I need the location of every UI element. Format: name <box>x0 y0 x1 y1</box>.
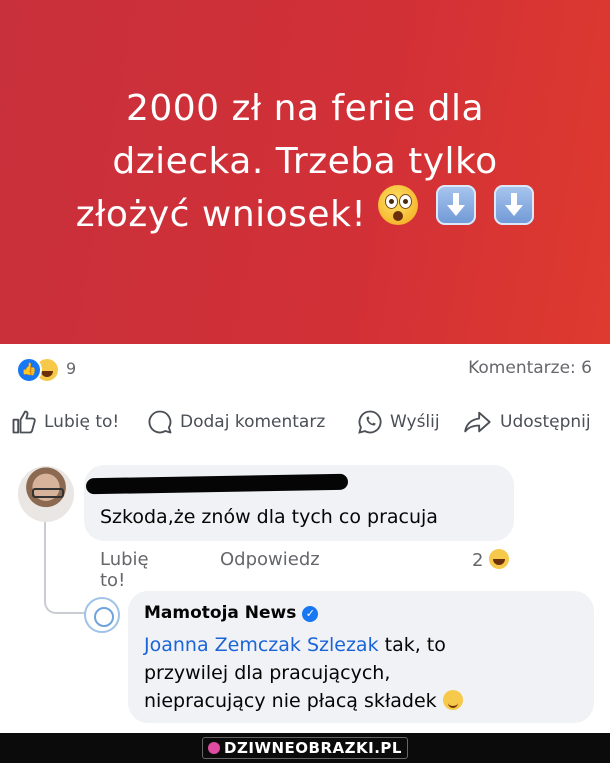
thread-connector <box>44 522 86 614</box>
share-arrow-icon <box>464 411 491 433</box>
astonished-emoji-icon <box>378 184 419 225</box>
share-button[interactable]: Udostępnij <box>462 404 591 440</box>
post-image-banner[interactable]: 2000 zł na ferie dla dziecka. Trzeba tyl… <box>0 0 610 344</box>
haha-reaction-icon <box>489 549 510 569</box>
reply-author-name: Mamotoja News <box>144 603 297 623</box>
comment-button[interactable]: Dodaj komentarz <box>146 404 325 440</box>
comment-label: Dodaj komentarz <box>180 412 326 432</box>
like-button[interactable]: Lubię to! <box>10 404 119 440</box>
emoji-group <box>378 184 535 240</box>
banner-line-3-text: złożyć wniosek! <box>75 194 367 236</box>
comment-text: Szkoda,że znów dla tych co pracuja <box>100 506 438 528</box>
like-label: Lubię to! <box>44 412 120 432</box>
comment-like-button[interactable]: Lubię to! <box>100 549 149 591</box>
commenter-avatar[interactable] <box>18 466 74 522</box>
reply-text: Joanna Zemczak Szlezak tak, to przywilej… <box>144 631 584 715</box>
watermark-footer: DZIWNEOBRAZKI.PL <box>0 733 610 763</box>
post-stats: 👍 9 Komentarze: 6 <box>0 352 610 383</box>
comment-reactions[interactable]: 2 <box>472 549 510 571</box>
comments-count[interactable]: Komentarze: 6 <box>468 358 592 378</box>
page-avatar[interactable] <box>84 597 120 633</box>
reply-author[interactable]: Mamotoja News ✓ <box>144 603 319 623</box>
post-actions: Lubię to! Dodaj komentarz Wyślij Udostęp… <box>0 404 610 444</box>
send-label: Wyślij <box>390 412 440 432</box>
site-name: DZIWNEOBRAZKI.PL <box>224 739 402 757</box>
banner-text: 2000 zł na ferie dla dziecka. Trzeba tyl… <box>25 82 585 244</box>
share-label: Udostępnij <box>500 412 591 432</box>
whatsapp-icon <box>358 410 382 434</box>
reply-text-line-1: tak, to <box>378 634 446 656</box>
thumbs-up-icon <box>12 410 36 434</box>
verified-badge-icon: ✓ <box>302 606 319 622</box>
reply-text-line-2: przywilej dla pracujących, <box>144 662 391 684</box>
site-logo: DZIWNEOBRAZKI.PL <box>202 737 408 759</box>
down-arrow-emoji-icon <box>436 184 477 225</box>
banner-line-3: złożyć wniosek! <box>25 184 585 244</box>
down-arrow-emoji-icon <box>494 184 535 225</box>
banner-line-1: 2000 zł na ferie dla <box>125 88 485 130</box>
reply-text-line-3: niepracujący nie płacą składek <box>144 690 437 712</box>
send-button[interactable]: Wyślij <box>356 404 440 440</box>
winking-face-emoji-icon <box>442 690 463 710</box>
like-reaction-icon[interactable]: 👍 <box>16 357 42 383</box>
mention-link[interactable]: Joanna Zemczak Szlezak <box>144 634 379 656</box>
brain-icon <box>208 742 221 754</box>
banner-line-2: dziecka. Trzeba tylko <box>112 141 498 183</box>
comment-bubble-icon <box>148 410 172 434</box>
reaction-count[interactable]: 9 <box>66 359 76 378</box>
comment-reply-button[interactable]: Odpowiedz <box>220 549 320 570</box>
comment-reaction-count: 2 <box>472 550 484 571</box>
